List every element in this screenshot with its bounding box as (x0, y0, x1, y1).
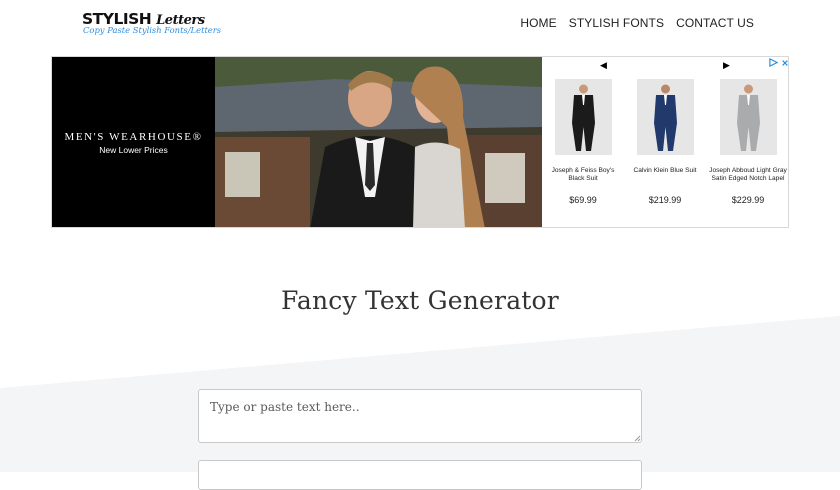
ad-product-card[interactable]: Joseph & Feiss Boy's Black Suit $69.99 (543, 79, 623, 205)
logo-tagline: Copy Paste Stylish Fonts/Letters (83, 25, 222, 35)
ad-product-name[interactable]: Calvin Klein Blue Suit (625, 167, 705, 189)
nav-stylish-fonts[interactable]: STYLISH FONTS (569, 16, 664, 30)
resize-grip-icon[interactable] (633, 434, 641, 442)
ad-product-price: $219.99 (648, 195, 682, 205)
suit-image[interactable] (636, 79, 694, 155)
ad-product-price: $69.99 (569, 195, 597, 205)
ad-prev-arrow-icon[interactable]: ◀ (600, 60, 607, 71)
ad-brand-name: MEN'S WEARHOUSE® (64, 131, 203, 143)
ad-product-card[interactable]: Joseph Abboud Light Gray Satin Edged Not… (708, 79, 788, 205)
ad-brand-tagline: New Lower Prices (99, 145, 168, 155)
ad-products-panel: ◀ ▶ Joseph & Feiss Boy's Black Suit $69.… (542, 57, 788, 227)
nav-home[interactable]: HOME (520, 16, 556, 30)
banner-ad[interactable]: MEN'S WEARHOUSE® New Lower Prices ◀ ▶ Jo… (51, 56, 789, 228)
nav-contact-us[interactable]: CONTACT US (676, 16, 754, 30)
suit-image[interactable] (719, 79, 777, 155)
site-logo[interactable]: STYLISH Letters Copy Paste Stylish Fonts… (82, 10, 221, 40)
ad-next-arrow-icon[interactable]: ▶ (723, 60, 730, 71)
ad-product-name[interactable]: Joseph & Feiss Boy's Black Suit (543, 167, 623, 189)
ad-product-name[interactable]: Joseph Abboud Light Gray Satin Edged Not… (708, 167, 788, 189)
page-title: Fancy Text Generator (281, 286, 559, 315)
output-box[interactable] (198, 460, 642, 490)
main-nav: HOME STYLISH FONTS CONTACT US (520, 16, 754, 30)
suit-image[interactable] (554, 79, 612, 155)
adchoices-icon[interactable] (769, 57, 788, 70)
ad-product-price: $229.99 (731, 195, 765, 205)
ad-brand-panel[interactable]: MEN'S WEARHOUSE® New Lower Prices (52, 57, 215, 227)
ad-couple-photo[interactable] (215, 57, 542, 228)
ad-product-card[interactable]: Calvin Klein Blue Suit $219.99 (625, 79, 705, 205)
text-input[interactable] (198, 389, 642, 443)
